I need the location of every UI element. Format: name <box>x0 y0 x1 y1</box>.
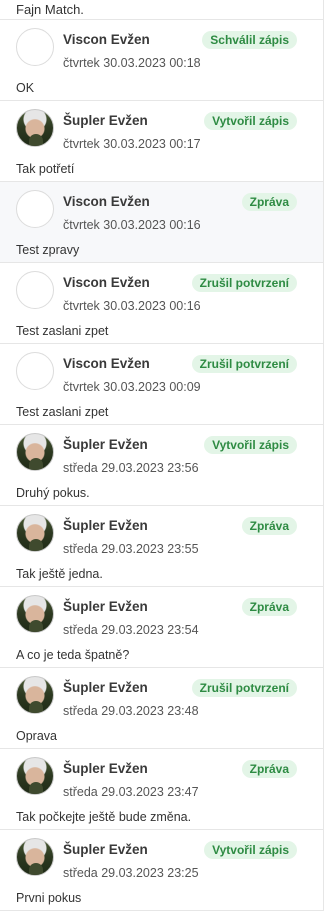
message-text: Test zaslani zpet <box>16 405 109 419</box>
feed-item: Šupler Evžen středa 29.03.2023 23:47 Zpr… <box>0 749 324 830</box>
message-text: Test zaslani zpet <box>16 324 109 338</box>
activity-feed: Fajn Match. Viscon Evžen čtvrtek 30.03.2… <box>0 0 324 911</box>
author-name: Šupler Evžen <box>63 761 148 776</box>
author-name: Šupler Evžen <box>63 680 148 695</box>
status-badge: Vytvořil zápis <box>204 436 297 454</box>
avatar <box>16 838 54 876</box>
avatar <box>16 352 54 390</box>
timestamp: středa 29.03.2023 23:48 <box>63 704 199 718</box>
feed-item: Šupler Evžen středa 29.03.2023 23:54 Zpr… <box>0 587 324 668</box>
timestamp: čtvrtek 30.03.2023 00:16 <box>63 299 201 313</box>
author-name: Šupler Evžen <box>63 599 148 614</box>
feed-item: Šupler Evžen středa 29.03.2023 23:56 Vyt… <box>0 425 324 506</box>
feed-item: Šupler Evžen středa 29.03.2023 23:48 Zru… <box>0 668 324 749</box>
avatar <box>16 757 54 795</box>
author-name: Šupler Evžen <box>63 518 148 533</box>
timestamp: středa 29.03.2023 23:55 <box>63 542 199 556</box>
feed-item: Viscon Evžen čtvrtek 30.03.2023 00:18 Sc… <box>0 20 324 101</box>
feed-item: Viscon Evžen čtvrtek 30.03.2023 00:09 Zr… <box>0 344 324 425</box>
avatar <box>16 676 54 714</box>
author-name: Viscon Evžen <box>63 32 150 47</box>
avatar <box>16 595 54 633</box>
avatar <box>16 190 54 228</box>
message-text: Test zpravy <box>16 243 80 257</box>
avatar <box>16 271 54 309</box>
status-badge: Zpráva <box>241 598 297 616</box>
feed-item: Šupler Evžen středa 29.03.2023 23:25 Vyt… <box>0 830 324 911</box>
avatar <box>16 109 54 147</box>
feed-item: Šupler Evžen čtvrtek 30.03.2023 00:17 Vy… <box>0 101 324 182</box>
author-name: Šupler Evžen <box>63 113 148 128</box>
timestamp: čtvrtek 30.03.2023 00:18 <box>63 56 201 70</box>
status-badge: Zrušil potvrzení <box>191 274 297 292</box>
status-badge: Vytvořil zápis <box>204 841 297 859</box>
message-text: Oprava <box>16 729 57 743</box>
message-text: Tak potřetí <box>16 162 75 176</box>
author-name: Viscon Evžen <box>63 194 150 209</box>
status-badge: Vytvořil zápis <box>204 112 297 130</box>
author-name: Šupler Evžen <box>63 842 148 857</box>
message-text: Tak ještě jedna. <box>16 567 103 581</box>
message-text: Prvni pokus <box>16 891 82 905</box>
timestamp: středa 29.03.2023 23:47 <box>63 785 199 799</box>
avatar <box>16 28 54 66</box>
feed-item: Šupler Evžen středa 29.03.2023 23:55 Zpr… <box>0 506 324 587</box>
author-name: Viscon Evžen <box>63 275 150 290</box>
status-badge: Zpráva <box>241 760 297 778</box>
timestamp: čtvrtek 30.03.2023 00:09 <box>63 380 201 394</box>
timestamp: středa 29.03.2023 23:54 <box>63 623 199 637</box>
status-badge: Zrušil potvrzení <box>191 679 297 697</box>
timestamp: středa 29.03.2023 23:56 <box>63 461 199 475</box>
timestamp: středa 29.03.2023 23:25 <box>63 866 199 880</box>
message-text: Druhý pokus. <box>16 486 90 500</box>
avatar <box>16 514 54 552</box>
timestamp: čtvrtek 30.03.2023 00:17 <box>63 137 201 151</box>
feed-item: Viscon Evžen čtvrtek 30.03.2023 00:16 Zr… <box>0 263 324 344</box>
author-name: Šupler Evžen <box>63 437 148 452</box>
message-text: OK <box>16 81 35 95</box>
status-badge: Zpráva <box>241 193 297 211</box>
message-text: A co je teda špatně? <box>16 648 130 662</box>
status-badge: Zpráva <box>241 517 297 535</box>
status-badge: Schválil zápis <box>202 31 297 49</box>
avatar <box>16 433 54 471</box>
message-text: Tak počkejte ještě bude změna. <box>16 810 192 824</box>
author-name: Viscon Evžen <box>63 356 150 371</box>
feed-item: Viscon Evžen čtvrtek 30.03.2023 00:16 Zp… <box>0 182 324 263</box>
status-badge: Zrušil potvrzení <box>191 355 297 373</box>
timestamp: čtvrtek 30.03.2023 00:16 <box>63 218 201 232</box>
previous-message-text: Fajn Match. <box>0 0 324 20</box>
